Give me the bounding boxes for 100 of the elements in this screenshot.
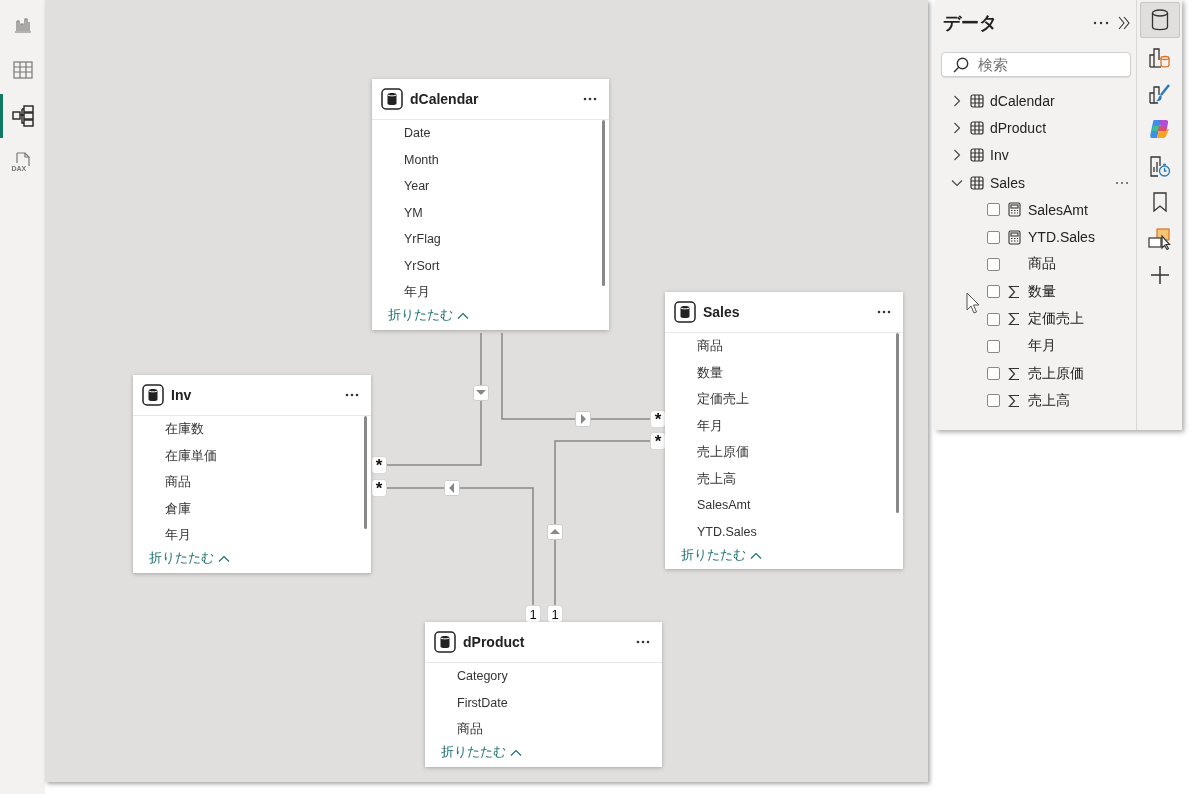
tree-item[interactable]: dProduct [941, 114, 1131, 142]
collapse-link[interactable]: 折りたたむ [149, 550, 230, 567]
field-name: YrSort [403, 257, 440, 275]
field-name: 売上原価 [696, 444, 749, 461]
field-name[interactable]: 数量 [1028, 282, 1056, 301]
field-name: FirstDate [456, 694, 508, 712]
field-name: 数量 [696, 364, 723, 382]
table-icon [970, 175, 984, 190]
checkbox[interactable] [987, 203, 1000, 217]
scrollbar[interactable] [602, 120, 605, 286]
table-title: Inv [171, 387, 193, 403]
field-name: YrFlag [403, 231, 441, 248]
more-icon[interactable] [1093, 21, 1109, 25]
search-field[interactable]: 検索 [941, 52, 1131, 77]
table-name: dProduct [990, 119, 1048, 136]
selection-icon [1147, 227, 1172, 250]
field-name[interactable]: 売上高 [1028, 391, 1070, 410]
collapse-link[interactable]: 折りたたむ [681, 546, 762, 564]
cardinality-label: 1 [548, 606, 562, 622]
field-name: 商品 [696, 338, 723, 355]
tree-item[interactable]: dCalendar [941, 87, 1131, 115]
table-title: dCalendar [410, 91, 480, 107]
chart-data-icon [1148, 45, 1171, 68]
table-icon [970, 148, 984, 163]
add-icon[interactable] [1149, 264, 1170, 285]
chevron-up-icon [457, 312, 469, 319]
field-name: 商品 [456, 721, 483, 738]
database-icon [434, 631, 456, 653]
chevron-up-icon [510, 749, 522, 756]
field-name: 売上高 [696, 470, 736, 488]
bookmark-icon [1151, 192, 1168, 213]
field-name[interactable]: 年月 [1028, 337, 1056, 356]
field-name: 倉庫 [164, 500, 191, 518]
collapse-link[interactable]: 折りたたむ [388, 307, 469, 324]
collapse-link[interactable]: 折りたたむ [441, 744, 522, 761]
field-name: 年月 [403, 284, 430, 301]
field-name: YTD.Sales [696, 523, 757, 541]
copilot-icon [1148, 119, 1171, 140]
field-name: Month [403, 151, 439, 169]
database-icon [381, 88, 403, 110]
database-icon [674, 301, 696, 323]
database-icon [1150, 9, 1169, 32]
chevron-up-icon [750, 551, 762, 559]
calculator-icon [1007, 229, 1021, 245]
cardinality-label: * [372, 457, 386, 473]
field-name: Year [403, 178, 430, 195]
field-name[interactable]: SalesAmt [1028, 201, 1088, 218]
field-name[interactable]: 売上原価 [1028, 364, 1084, 383]
more-icon[interactable] [345, 393, 359, 397]
checkbox[interactable] [987, 339, 1000, 353]
cardinality-label: * [651, 411, 665, 427]
chevron-up-icon [218, 555, 230, 562]
more-icon[interactable] [636, 640, 650, 644]
bar-chart-icon [13, 15, 32, 33]
pane-title: データ [943, 12, 998, 35]
search-icon [953, 57, 969, 73]
collapse-pane-icon[interactable] [1117, 16, 1131, 30]
table-title: Sales [703, 304, 741, 320]
field-name: 在庫数 [164, 421, 204, 438]
pane-button[interactable] [1139, 2, 1180, 39]
checkbox[interactable] [987, 257, 1000, 271]
field-name: Date [403, 125, 431, 142]
table-title: dProduct [463, 634, 526, 650]
field-name: 年月 [696, 417, 723, 435]
more-icon[interactable] [877, 310, 891, 314]
field-name: 定価売上 [696, 391, 749, 408]
report-timer-icon [1148, 154, 1171, 177]
checkbox[interactable] [987, 285, 1000, 299]
table-icon [12, 61, 33, 79]
field-name[interactable]: 商品 [1028, 255, 1056, 274]
tree-item[interactable]: Inv [941, 141, 1131, 169]
cardinality-label: * [372, 480, 386, 496]
calculator-icon [1007, 202, 1021, 218]
field-name: SalesAmt [696, 497, 751, 514]
scrollbar[interactable] [364, 416, 367, 529]
field-name: 商品 [164, 474, 191, 491]
table-name: dCalendar [990, 92, 1056, 109]
cursor-icon [966, 292, 980, 314]
sigma-icon [1008, 366, 1020, 381]
sigma-icon [1008, 393, 1020, 408]
field-name: Category [456, 668, 508, 685]
table-name: Inv [990, 147, 1010, 164]
checkbox[interactable] [987, 230, 1000, 244]
checkbox[interactable] [987, 312, 1000, 326]
field-name: 年月 [164, 527, 191, 544]
field-name[interactable]: YTD.Sales [1028, 229, 1095, 246]
sigma-icon [1008, 312, 1020, 326]
scrollbar[interactable] [896, 333, 899, 513]
more-icon[interactable] [583, 97, 597, 101]
cardinality-label: * [651, 433, 665, 449]
field-name: 在庫単価 [164, 447, 217, 465]
table-icon [970, 120, 984, 135]
model-icon [11, 105, 34, 127]
checkbox[interactable] [987, 367, 1000, 381]
cardinality-label: 1 [526, 606, 540, 622]
tree-item[interactable]: Sales [941, 168, 1131, 197]
table-icon [970, 93, 984, 108]
sigma-icon [1008, 284, 1020, 299]
checkbox[interactable] [987, 394, 1000, 408]
field-name[interactable]: 定価売上 [1028, 310, 1084, 328]
